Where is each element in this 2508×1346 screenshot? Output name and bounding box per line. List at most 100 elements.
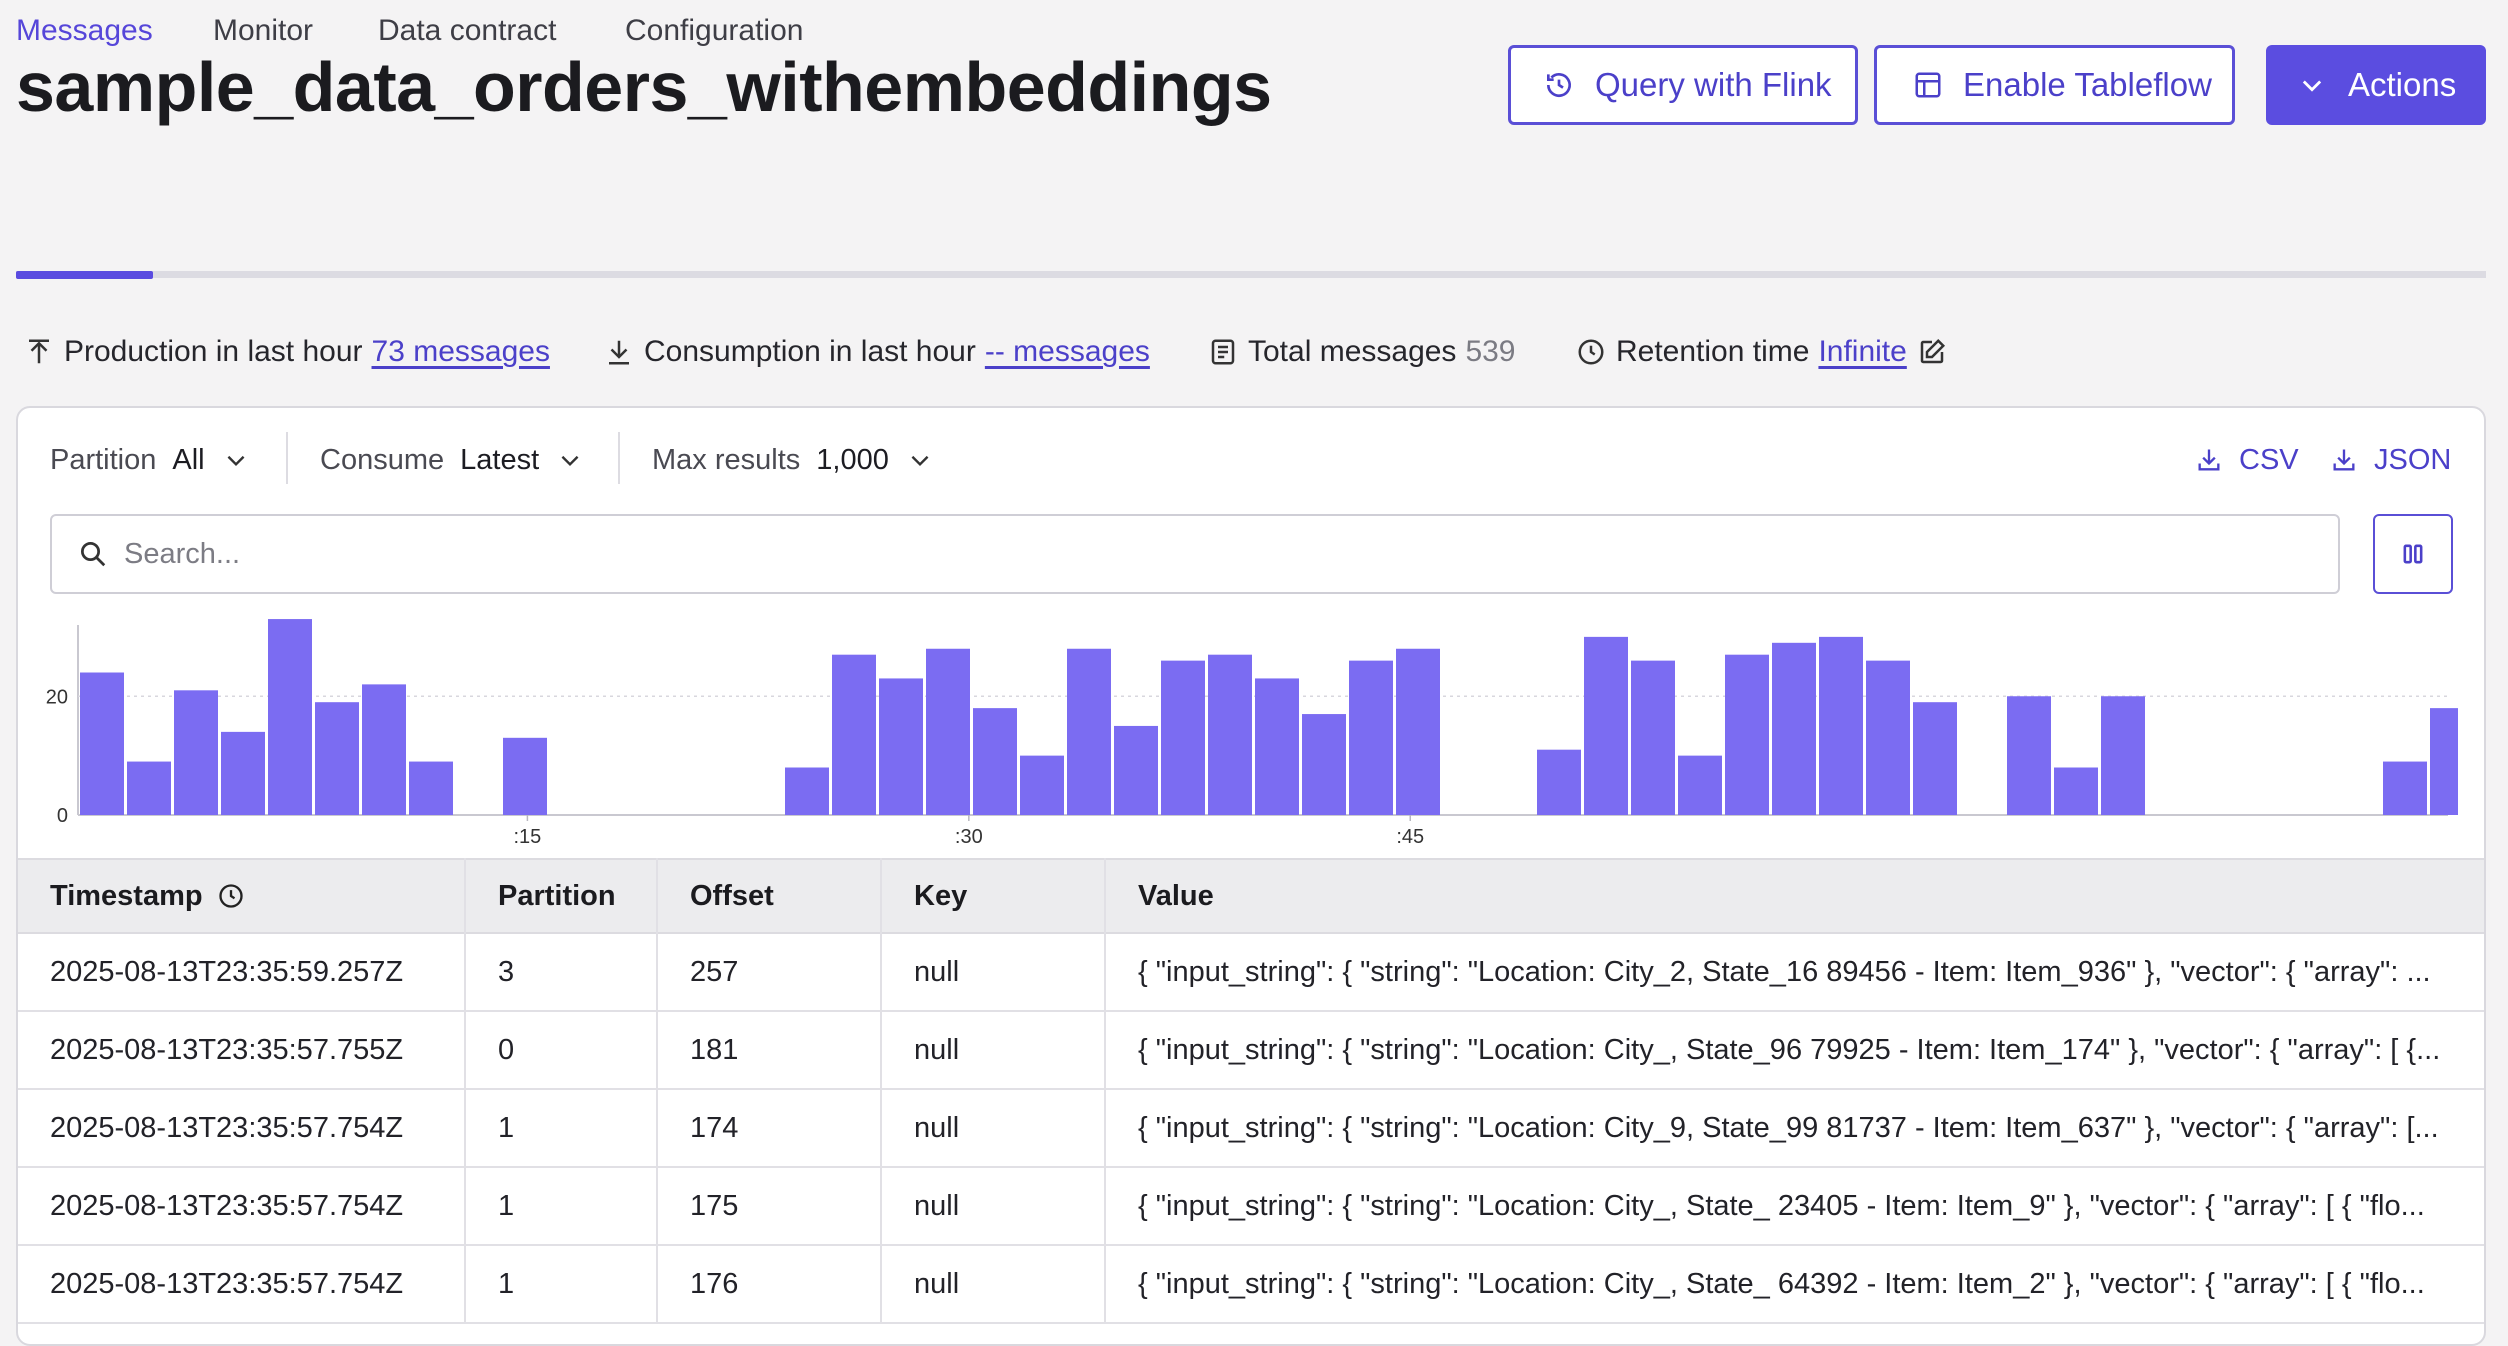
chart-bar[interactable] (80, 672, 124, 816)
chart-y-tick-label: 20 (46, 686, 68, 708)
chart-bar[interactable] (1020, 755, 1064, 815)
actions-button[interactable]: Actions (2266, 45, 2486, 125)
chart-bar[interactable] (1584, 636, 1628, 815)
partition-cell: 1 (498, 1189, 515, 1222)
chart-bar[interactable] (1161, 660, 1205, 815)
chart-bar[interactable] (1349, 660, 1393, 815)
total-messages-stat: Total messages 539 (1208, 332, 1516, 372)
chevron-down-icon (911, 455, 929, 467)
chart-bar[interactable] (1396, 648, 1440, 815)
consume-filter[interactable]: Consume Latest (320, 435, 583, 485)
table-row[interactable]: 2025-08-13T23:35:57.754Z 1 176 null { "input… (18, 1246, 2484, 1324)
timestamp-cell: 2025-08-13T23:35:57.754Z (50, 1189, 404, 1222)
value-cell: { "input_string": { "string": "Location:… (1138, 1033, 2441, 1066)
query-with-flink-button[interactable]: Query with Flink (1508, 45, 1858, 125)
tab-configuration[interactable]: Configuration (625, 0, 803, 76)
chart-bar[interactable] (1255, 678, 1299, 815)
tab-messages[interactable]: Messages (16, 0, 153, 76)
message-volume-chart: 0 20:15:30:45 (46, 619, 2458, 848)
timestamp-header-label: Timestamp (50, 879, 203, 912)
offset-cell: 175 (690, 1189, 739, 1222)
chart-bar[interactable] (1537, 749, 1581, 815)
actions-label: Actions (2348, 66, 2457, 103)
download-json-button[interactable]: JSON (2330, 435, 2451, 485)
chart-bar[interactable] (1772, 642, 1816, 815)
columns-toggle-button[interactable] (2373, 514, 2453, 594)
retention-value-link[interactable]: Infinite (1818, 335, 1906, 369)
partition-column-header[interactable]: Partition (498, 860, 616, 932)
timestamp-column-header[interactable]: Timestamp (50, 860, 245, 932)
tab-monitor[interactable]: Monitor (213, 0, 313, 76)
production-messages-link[interactable]: 73 messages (372, 335, 550, 369)
filter-divider (618, 432, 620, 484)
tab-data-contract[interactable]: Data contract (378, 0, 556, 76)
chart-bar[interactable] (268, 619, 312, 815)
table-row[interactable]: 2025-08-13T23:35:57.754Z 1 174 null { "input… (18, 1090, 2484, 1168)
key-column-header[interactable]: Key (914, 860, 967, 932)
enable-tableflow-button[interactable]: Enable Tableflow (1874, 45, 2235, 125)
search-icon (81, 542, 106, 567)
chart-bar[interactable] (1067, 648, 1111, 815)
timestamp-cell: 2025-08-13T23:35:57.754Z (50, 1111, 404, 1144)
enable-tableflow-label: Enable Tableflow (1963, 66, 2212, 103)
value-cell: { "input_string": { "string": "Location:… (1138, 1189, 2425, 1222)
chart-bar[interactable] (2101, 696, 2145, 815)
chart-bar[interactable] (785, 767, 829, 816)
value-column-header[interactable]: Value (1138, 860, 1214, 932)
chart-bar[interactable] (127, 761, 171, 815)
value-cell: { "input_string": { "string": "Location:… (1138, 955, 2431, 988)
consumption-messages-link[interactable]: -- messages (985, 335, 1150, 369)
chart-bar[interactable] (1302, 714, 1346, 815)
partition-cell: 1 (498, 1111, 515, 1144)
chart-bar[interactable] (1866, 660, 1910, 815)
chart-bar[interactable] (2383, 761, 2427, 815)
chart-bar[interactable] (1208, 654, 1252, 815)
download-csv-button[interactable]: CSV (2195, 435, 2299, 485)
offset-column-header[interactable]: Offset (690, 860, 774, 932)
column-divider (880, 858, 882, 1324)
chart-x-tick-label: :30 (955, 826, 983, 848)
table-row[interactable]: 2025-08-13T23:35:57.755Z 0 181 null { "input… (18, 1012, 2484, 1090)
chart-bar[interactable] (362, 684, 406, 815)
chart-bar[interactable] (832, 654, 876, 815)
download-icon (2198, 449, 2220, 471)
table-row[interactable]: 2025-08-13T23:35:57.754Z 1 175 null { "input… (18, 1168, 2484, 1246)
edit-icon[interactable] (1917, 337, 1947, 367)
chart-bar[interactable] (221, 731, 265, 815)
search-input[interactable] (122, 536, 2276, 572)
chart-bar[interactable] (1913, 702, 1957, 815)
chart-bar[interactable] (2430, 708, 2458, 815)
search-box (50, 514, 2340, 594)
table-header: Timestamp Partition Offset Key Value (18, 858, 2484, 934)
total-messages-value: 539 (1465, 335, 1516, 368)
max-results-value: 1,000 (816, 443, 889, 476)
table-row[interactable]: 2025-08-13T23:35:59.257Z 3 257 null { "input… (18, 934, 2484, 1012)
partition-filter[interactable]: Partition All (50, 435, 249, 485)
max-results-label: Max results (652, 443, 801, 476)
chart-bar[interactable] (1819, 636, 1863, 815)
chart-bar[interactable] (315, 702, 359, 815)
chart-bar[interactable] (926, 648, 970, 815)
chart-bar[interactable] (1678, 755, 1722, 815)
retention-stat: Retention time Infinite (1576, 332, 1957, 372)
timestamp-cell: 2025-08-13T23:35:57.754Z (50, 1267, 404, 1300)
chevron-down-icon (227, 455, 245, 467)
clock-icon[interactable] (217, 882, 245, 910)
chart-bar[interactable] (973, 708, 1017, 815)
consume-filter-label: Consume (320, 443, 445, 476)
chart-bar[interactable] (503, 737, 547, 815)
chart-bar[interactable] (879, 678, 923, 815)
chart-bar[interactable] (1725, 654, 1769, 815)
column-divider (464, 858, 466, 1324)
chart-bar[interactable] (2007, 696, 2051, 815)
chart-bar[interactable] (409, 761, 453, 815)
chart-bar[interactable] (1114, 725, 1158, 815)
max-results-filter[interactable]: Max results 1,000 (652, 435, 933, 485)
tableflow-icon (1915, 72, 1941, 98)
columns-icon (2403, 544, 2423, 564)
offset-cell: 174 (690, 1111, 739, 1144)
chart-bar[interactable] (2054, 767, 2098, 816)
chart-bar[interactable] (174, 690, 218, 815)
chart-bar[interactable] (1631, 660, 1675, 815)
key-cell: null (914, 1189, 960, 1222)
